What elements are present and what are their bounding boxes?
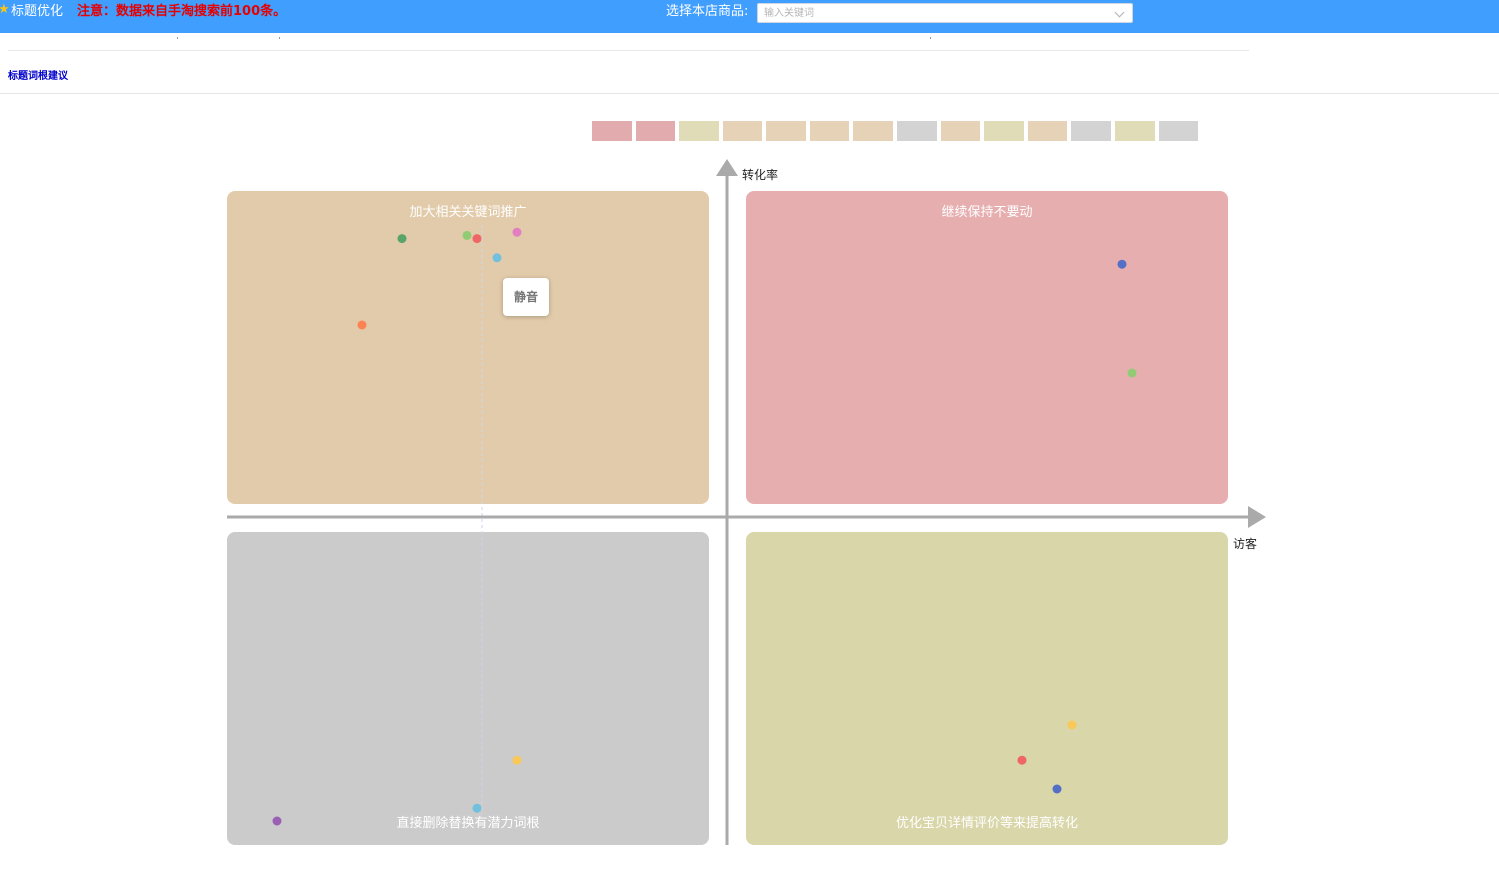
data-point[interactable] (1017, 755, 1027, 765)
y-axis-label: 转化率 (742, 168, 779, 182)
data-point[interactable] (397, 234, 407, 244)
data-point[interactable] (357, 320, 367, 330)
data-point[interactable] (1067, 720, 1077, 730)
data-point[interactable] (462, 230, 472, 240)
data-point[interactable] (1117, 259, 1127, 269)
data-point[interactable] (472, 234, 482, 244)
data-point[interactable] (512, 755, 522, 765)
chart-tooltip: 静音 (503, 278, 549, 316)
data-point[interactable] (472, 803, 482, 813)
x-axis-arrow (1248, 506, 1266, 528)
x-axis-label: 访客 (1233, 537, 1258, 551)
data-point[interactable] (512, 227, 522, 237)
scatter-plot (227, 159, 1266, 845)
data-point[interactable] (492, 253, 502, 263)
y-axis-arrow (716, 159, 738, 176)
data-point[interactable] (1052, 784, 1062, 794)
data-point[interactable] (1127, 368, 1137, 378)
data-point[interactable] (272, 816, 282, 826)
